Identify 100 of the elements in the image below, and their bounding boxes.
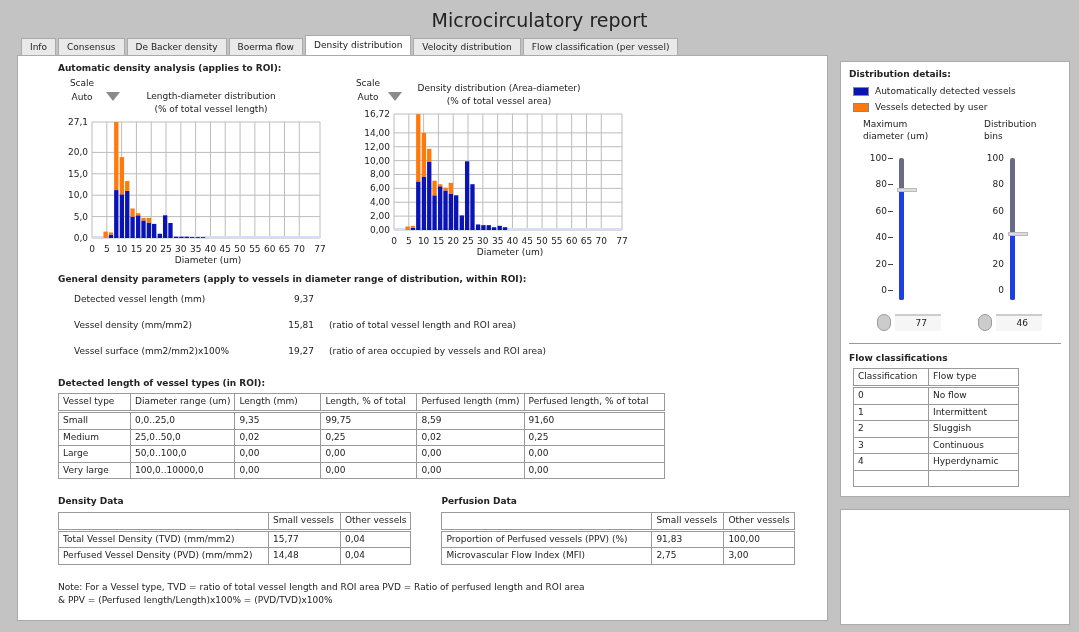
axis-tick-label: 50 bbox=[234, 243, 246, 252]
axis-tick-label: 20,0 bbox=[67, 146, 88, 157]
spinner-icon[interactable] bbox=[978, 313, 992, 331]
table-cell: 50,0..100,0 bbox=[130, 445, 235, 462]
scale-mode-label: Auto bbox=[356, 90, 380, 104]
parameter-value: 19,27 bbox=[287, 344, 314, 358]
table-cell: 2,75 bbox=[651, 547, 724, 564]
section-heading: Perfusion Data bbox=[441, 495, 518, 508]
axis-tick-label: 10 bbox=[417, 235, 430, 244]
tick-label: 20 bbox=[875, 259, 887, 269]
axis-tick-label: 40 bbox=[506, 235, 519, 244]
spinner-icon[interactable] bbox=[877, 313, 891, 331]
window-title: Microcirculatory report bbox=[430, 8, 649, 33]
table-cell: 0,00 bbox=[524, 462, 665, 479]
number-field[interactable]: 46 bbox=[996, 313, 1042, 331]
slider-thumb[interactable] bbox=[1008, 232, 1028, 237]
parameter-label: Detected vessel length (mm) bbox=[73, 292, 207, 306]
parameter-label: Vessel density (mm/mm2) bbox=[73, 318, 193, 332]
axis-tick-label: 25 bbox=[160, 243, 172, 252]
axis-tick-label: 15 bbox=[432, 235, 445, 244]
tab[interactable]: Consensus bbox=[58, 38, 125, 55]
tab[interactable]: Info bbox=[21, 38, 57, 55]
table-cell: 2 bbox=[853, 420, 929, 437]
table-cell: 14,48 bbox=[268, 547, 341, 564]
tab[interactable]: Boerma flow bbox=[228, 38, 303, 55]
scale-label: Scale bbox=[68, 76, 96, 90]
tab[interactable]: De Backer density bbox=[126, 38, 227, 55]
table-cell: 0,0..25,0 bbox=[130, 411, 235, 429]
table-cell: Large bbox=[58, 445, 131, 462]
tab[interactable]: Density distribution bbox=[305, 35, 412, 55]
tick-label: 40 bbox=[992, 233, 1004, 243]
table-cell: 0,04 bbox=[340, 530, 411, 548]
axis-tick-label: 10,0 bbox=[67, 189, 88, 200]
axis-tick-label: 40 bbox=[204, 243, 217, 252]
column-header: Other vessels bbox=[340, 512, 411, 530]
tick-label: 0 bbox=[998, 286, 1004, 296]
legend-label: Vessels detected by user bbox=[875, 101, 988, 114]
axis-tick-label: 45 bbox=[521, 235, 533, 244]
chart-title: Density distribution (Area-diameter) (% of total vessel area) bbox=[416, 81, 582, 108]
axis-tick-label: 27,1 bbox=[67, 116, 88, 127]
slider[interactable] bbox=[897, 155, 919, 302]
table-cell: 8,59 bbox=[416, 411, 525, 429]
tick-label: 40 bbox=[875, 233, 887, 243]
table-cell: 91,60 bbox=[524, 411, 665, 429]
tick-label: 100 bbox=[869, 153, 887, 163]
axis-tick-label: 4,00 bbox=[369, 196, 390, 207]
column-header: Classification bbox=[853, 368, 929, 387]
table-cell: Proportion of Perfused vessels (PPV) (%) bbox=[441, 530, 652, 548]
axis-tick-label: 55 bbox=[249, 243, 261, 252]
axis-tick-label: 50 bbox=[536, 235, 548, 244]
number-field[interactable]: 77 bbox=[895, 313, 941, 331]
axis-tick-label: 6,00 bbox=[369, 182, 390, 193]
table-cell: 100,00 bbox=[723, 530, 795, 548]
axis-tick-label: 70 bbox=[293, 243, 305, 252]
table-cell: 3,00 bbox=[723, 547, 795, 564]
table-cell: 0,00 bbox=[416, 462, 525, 479]
column-header: Length, % of total bbox=[320, 393, 417, 412]
tick-mark bbox=[888, 237, 893, 239]
tick-mark bbox=[888, 210, 893, 212]
table-cell: 1 bbox=[853, 404, 929, 421]
table-cell: 0,02 bbox=[416, 429, 525, 446]
axis-tick-label: 5 bbox=[405, 235, 412, 244]
tick-mark bbox=[888, 290, 893, 292]
section-heading: General density parameters (apply to vessels in diameter range of distribution, within ROI): bbox=[58, 273, 528, 286]
parameter-note: (ratio of area occupied by vessels and ROI area) bbox=[328, 344, 546, 358]
tick-label: 80 bbox=[992, 180, 1004, 190]
table-cell: 0,04 bbox=[340, 547, 411, 564]
table-cell: 100,0..10000,0 bbox=[130, 462, 235, 479]
table-cell: 99,75 bbox=[320, 411, 417, 429]
tab[interactable]: Velocity distribution bbox=[413, 38, 521, 55]
dropdown-arrow-icon[interactable] bbox=[106, 91, 120, 101]
axis-tick-label: 15 bbox=[130, 243, 143, 252]
axis-tick-label: 35 bbox=[189, 243, 202, 252]
axis-tick-label: 70 bbox=[595, 235, 607, 244]
table-cell: 0,00 bbox=[320, 445, 417, 462]
axis-tick-label: 10 bbox=[115, 243, 128, 252]
dropdown-arrow-icon[interactable] bbox=[388, 91, 402, 101]
table-cell: No flow bbox=[928, 386, 1019, 404]
axis-tick-label: 65 bbox=[278, 243, 291, 252]
axis-tick-label: 20 bbox=[145, 243, 157, 252]
section-heading: Detected length of vessel types (in ROI): bbox=[58, 376, 266, 390]
note-text: Note: For a Vessel type, TVD = ratio of total vessel length and ROI area PVD = Ratio of perfused length and ROI area & PPV = (Perfused length/Length)x100% = (PVD/TVD)x100% bbox=[58, 580, 586, 607]
axis-tick-label: 20 bbox=[447, 235, 459, 244]
table-cell: 0,25 bbox=[320, 429, 417, 446]
column-header: Flow type bbox=[928, 368, 1019, 387]
axis-tick-label: 45 bbox=[219, 243, 231, 252]
axis-tick-label: 55 bbox=[551, 235, 563, 244]
column-header: Diameter range (um) bbox=[130, 393, 235, 412]
axis-tick-label: 30 bbox=[175, 243, 187, 252]
table-cell: Medium bbox=[58, 429, 131, 446]
tab[interactable]: Flow classification (per vessel) bbox=[522, 38, 679, 55]
axis-tick-label: 8,00 bbox=[369, 169, 390, 179]
table-cell: Small bbox=[58, 411, 131, 429]
slider-thumb[interactable] bbox=[897, 188, 917, 193]
slider[interactable] bbox=[1008, 155, 1030, 302]
table-cell: 3 bbox=[853, 437, 929, 454]
axis-tick-label: 0 bbox=[89, 243, 95, 252]
axis-tick-label: 12,00 bbox=[364, 141, 390, 152]
table-cell: 0 bbox=[853, 386, 929, 404]
parameter-value: 15,81 bbox=[287, 318, 314, 332]
